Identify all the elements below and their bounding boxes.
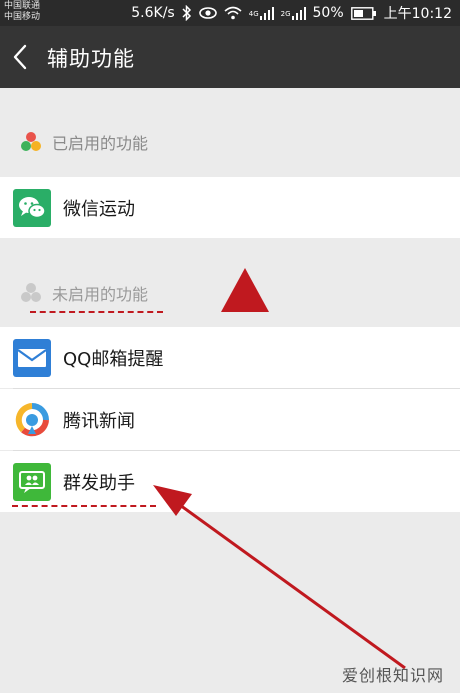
back-button[interactable] [10, 42, 36, 72]
disabled-features-icon [21, 283, 41, 302]
wifi-icon [224, 6, 242, 20]
list-item-qq-mail[interactable]: QQ邮箱提醒 [0, 327, 460, 388]
carrier-1: 中国联通 [4, 1, 41, 11]
annotation-underline [30, 311, 163, 313]
disabled-section-label: 未启用的功能 [52, 285, 149, 304]
title-bar: 辅助功能 [0, 26, 460, 88]
network-type-2: 2G [280, 9, 291, 18]
enabled-section-label: 已启用的功能 [52, 134, 149, 153]
status-indicators: 5.6K/s 4G 2G 50% 上午10:12 [131, 0, 452, 26]
wechat-icon [13, 188, 51, 227]
signal-2: 2G [280, 6, 306, 20]
eye-icon [198, 7, 217, 19]
carrier-2: 中国移动 [4, 12, 41, 22]
mail-icon [13, 338, 51, 377]
network-speed: 5.6K/s [131, 5, 175, 21]
enabled-features-icon [21, 132, 41, 151]
annotation-triangle [221, 268, 269, 312]
list-item-label: 腾讯新闻 [63, 410, 135, 432]
list-item-label: QQ邮箱提醒 [63, 348, 164, 370]
battery-percent: 50% [312, 5, 344, 21]
list-item-tencent-news[interactable]: 腾讯新闻 [0, 389, 460, 450]
list-item-wechat-sport[interactable]: 微信运动 [0, 177, 460, 238]
page-title: 辅助功能 [47, 47, 135, 71]
list-item-label: 群发助手 [63, 472, 135, 494]
enabled-section-header: 已启用的功能 [0, 122, 460, 162]
battery-icon [350, 6, 376, 20]
watermark-text: 爱创根知识网 [341, 666, 444, 685]
bluetooth-icon [182, 5, 191, 21]
watermark: 爱创根知识网 [342, 662, 444, 686]
network-type-1: 4G [248, 9, 259, 18]
list-item-mass-message[interactable]: 群发助手 [0, 451, 460, 512]
broadcast-icon [13, 462, 51, 501]
chevron-left-icon [13, 44, 27, 70]
signal-bars-icon [291, 6, 306, 20]
tencent-news-icon [13, 400, 51, 439]
clock: 上午10:12 [383, 6, 452, 22]
annotation-underline [12, 505, 156, 507]
list-item-label: 微信运动 [63, 198, 135, 220]
carrier-labels: 中国联通 中国移动 [4, 1, 40, 23]
status-bar: 中国联通 中国移动 5.6K/s 4G 2G 50% 上午10:12 [0, 0, 460, 26]
signal-1: 4G [248, 6, 274, 20]
signal-bars-icon [259, 6, 274, 20]
